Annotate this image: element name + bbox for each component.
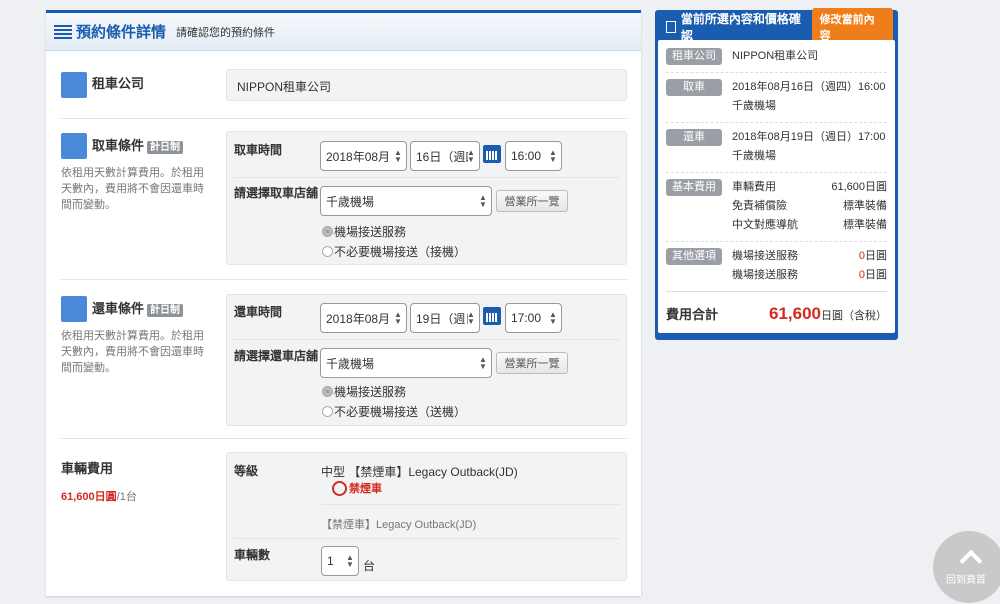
return-store-select[interactable]: 千歲機場 ▲ ▼ (320, 348, 492, 378)
store-list-button[interactable]: 營業所一覽 (496, 190, 568, 212)
return-time-label: 還車時間 (234, 305, 283, 319)
fee-row: 免責補償險 標準裝備 (732, 200, 887, 212)
page-subtitle: 請確認您的預約條件 (176, 26, 276, 39)
return-month-select[interactable]: 2018年08月 ▲ ▼ (320, 303, 407, 333)
return-desc: 依租用天數計算費用。於租用天數內，費用將不會因還車時間而變動。 (61, 330, 204, 374)
no-smoking-label: 禁煙車 (349, 483, 382, 495)
vehicle-title: 車輛費用 (61, 461, 114, 476)
pickup-time-label: 取車時間 (234, 143, 283, 157)
airport-shuttle-radio[interactable]: 機場接送服務 (322, 383, 406, 400)
chevron-up-icon (959, 549, 983, 573)
calendar-icon[interactable] (483, 307, 501, 325)
return-icon (61, 296, 87, 322)
summary-pickup-place: 千歲機場 (732, 100, 776, 112)
total-row: 費用合計 61,600 日圓（含稅） (666, 304, 887, 323)
return-title: 還車條件 (92, 301, 145, 316)
basic-fee-tag: 基本費用 (666, 179, 722, 196)
card-header: 預約條件詳情 請確認您的預約條件 (46, 13, 641, 51)
count-label: 車輛數 (234, 548, 271, 562)
fee-row: 中文對應導航 標準裝備 (732, 219, 887, 231)
option-row: 機場接送服務 0日圓 (732, 250, 887, 262)
no-shuttle-radio[interactable]: 不必要機場接送（送機） (322, 403, 466, 420)
company-tag: 租車公司 (666, 48, 722, 65)
model-name: 【禁煙車】Legacy Outback(JD) (321, 519, 477, 531)
summary-title: 當前所選內容和價格確認 (680, 11, 801, 43)
rental-shop-icon (61, 72, 87, 98)
grade-label: 等級 (234, 464, 259, 478)
store-list-button[interactable]: 營業所一覽 (496, 352, 568, 374)
count-unit: 台 (363, 559, 376, 573)
return-time-select[interactable]: 17:00 ▲ ▼ (505, 303, 562, 333)
pickup-icon (61, 133, 87, 159)
reservation-details-card: 預約條件詳情 請確認您的預約條件 租車公司 NIPPON租車公司 取車條件 計日制… (46, 10, 641, 596)
pickup-title: 取車條件 (92, 138, 145, 153)
calendar-icon[interactable] (483, 145, 501, 163)
return-store-label: 請選擇還車店舖 (234, 349, 319, 363)
vehicle-per-unit: /1台 (116, 491, 137, 503)
summary-return-place: 千歲機場 (732, 150, 776, 162)
pickup-desc: 依租用天數計算費用。於租用天數內，費用將不會因還車時間而變動。 (61, 167, 204, 211)
pickup-month-select[interactable]: 2018年08月 ▲ ▼ (320, 141, 407, 171)
summary-pickup-time: 2018年08月16日（週四）16:00 (732, 81, 886, 93)
return-day-select[interactable]: 19日（週日）▲▼ (410, 303, 480, 333)
daily-rate-tag: 計日制 (147, 141, 184, 154)
pickup-box: 取車時間 2018年08月▲▼ 16日（週四）▲▼ 16:00▲▼ 請選擇取車店… (226, 131, 627, 265)
pickup-store-label: 請選擇取車店舖 (234, 186, 319, 200)
fee-row: 車輛費用 61,600日圓 (732, 181, 887, 193)
summary-panel: 當前所選內容和價格確認 修改當前內容 租車公司 NIPPON租車公司 取車 2018年… (655, 7, 898, 340)
list-icon (54, 24, 72, 39)
company-value: NIPPON租車公司 (226, 69, 627, 101)
pickup-time-select[interactable]: 16:00 ▲ ▼ (505, 141, 562, 171)
option-row: 機場接送服務 0日圓 (732, 269, 887, 281)
page-title: 預約條件詳情 (76, 24, 167, 41)
pickup-tag: 取車 (666, 79, 722, 96)
return-tag: 還車 (666, 129, 722, 146)
airport-shuttle-radio[interactable]: 機場接送服務 (322, 223, 406, 240)
summary-company: NIPPON租車公司 (732, 50, 819, 62)
pickup-day-select[interactable]: 16日（週四）▲▼ (410, 141, 480, 171)
other-options-tag: 其他選項 (666, 248, 722, 265)
vehicle-price: 61,600日圓 (61, 491, 117, 503)
calculator-icon (666, 20, 676, 33)
vehicle-box: 等級 中型 【禁煙車】Legacy Outback(JD) 禁煙車 【禁煙車】L… (226, 452, 627, 581)
pickup-store-select[interactable]: 千歲機場 ▲ ▼ (320, 186, 492, 216)
company-title: 租車公司 (92, 76, 145, 91)
summary-return-time: 2018年08月19日（週日）17:00 (732, 131, 886, 143)
no-smoking-icon (332, 480, 347, 496)
vehicle-count-stepper[interactable]: 1 ▲ ▼ (321, 546, 359, 576)
daily-rate-tag: 計日制 (147, 304, 184, 317)
back-to-top-button[interactable]: 回到頁首 (933, 531, 1000, 603)
no-shuttle-radio[interactable]: 不必要機場接送（接機） (322, 243, 466, 260)
total-amount: 61,600 (769, 304, 821, 323)
grade-value: 中型 【禁煙車】Legacy Outback(JD) (321, 465, 518, 479)
return-box: 還車時間 2018年08月▲▼ 19日（週日）▲▼ 17:00▲▼ 請選擇還車店… (226, 294, 627, 426)
